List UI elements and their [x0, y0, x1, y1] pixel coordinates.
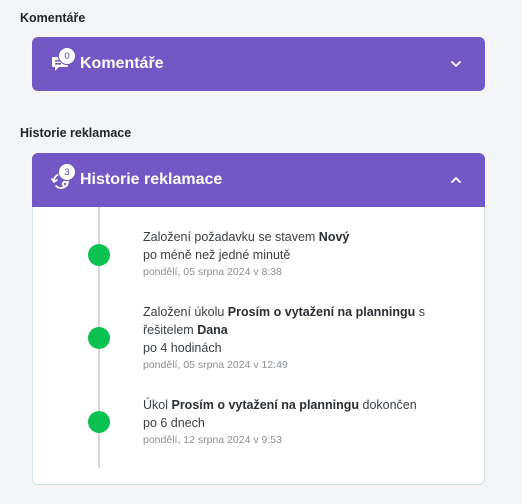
timeline-event: Založení úkolu Prosím o vytažení na plan… — [88, 303, 463, 373]
chevron-up-icon[interactable] — [449, 173, 463, 187]
comments-panel-header[interactable]: 0 Komentáře — [32, 37, 485, 91]
event-text: Založení úkolu Prosím o vytažení na plan… — [143, 305, 426, 337]
comments-panel-title: Komentáře — [80, 55, 164, 72]
event-duration: po 6 dnech — [143, 416, 205, 430]
event-timestamp: pondělí, 05 srpna 2024 v 12:49 — [143, 359, 288, 371]
event-duration: po 4 hodinách — [143, 341, 222, 355]
history-panel-title: Historie reklamace — [80, 171, 223, 188]
timeline-dot — [88, 411, 110, 433]
timeline-dot — [88, 244, 110, 266]
timeline-event: Úkol Prosím o vytažení na planningu doko… — [88, 396, 463, 448]
history-timeline: Založení požadavku se stavem Nový po mén… — [32, 207, 485, 485]
event-text: Založení požadavku se stavem Nový — [143, 230, 350, 244]
timeline-event: Založení požadavku se stavem Nový po mén… — [88, 228, 463, 280]
history-gear-icon: 3 — [51, 164, 77, 193]
event-text: Úkol Prosím o vytažení na planningu doko… — [143, 398, 417, 412]
timeline-dot — [88, 327, 110, 349]
comments-count-badge: 0 — [59, 48, 75, 64]
comment-icon: 0 — [51, 48, 77, 77]
history-count-badge: 3 — [59, 164, 75, 180]
history-section-title: Historie reklamace — [20, 126, 132, 140]
event-duration: po méně než jedné minutě — [143, 248, 291, 262]
event-timestamp: pondělí, 12 srpna 2024 v 9:53 — [143, 434, 282, 446]
history-panel-header[interactable]: 3 Historie reklamace — [32, 153, 485, 207]
comments-section-title: Komentáře — [20, 11, 86, 25]
chevron-down-icon[interactable] — [449, 57, 463, 71]
event-timestamp: pondělí, 05 srpna 2024 v 8:38 — [143, 266, 282, 278]
